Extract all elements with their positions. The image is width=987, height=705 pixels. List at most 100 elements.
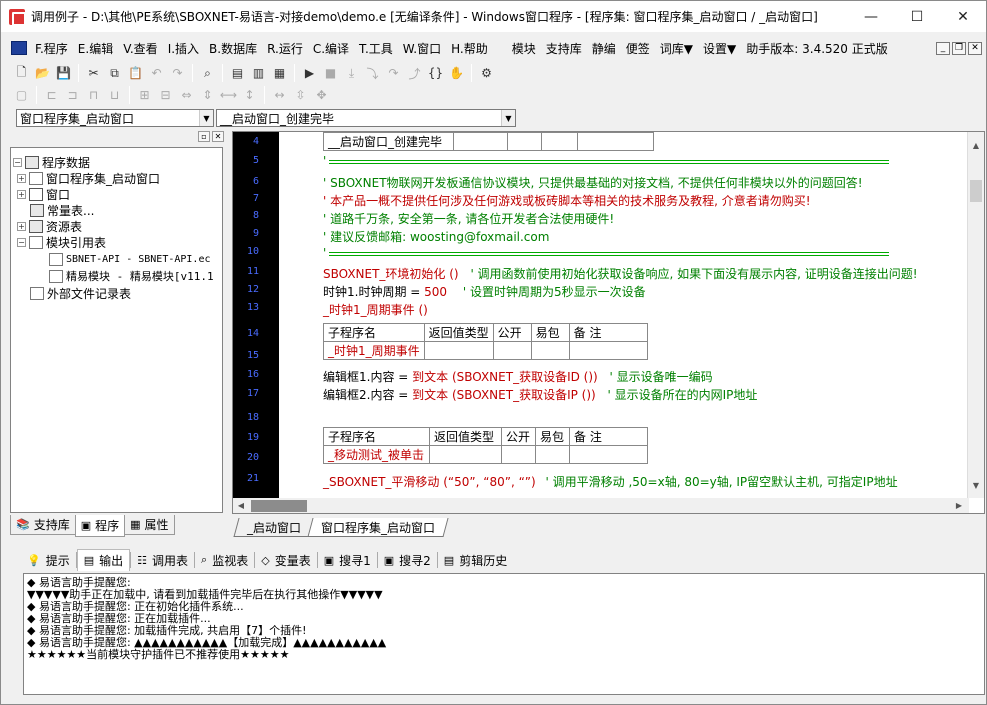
scroll-right-icon[interactable]: ▶ xyxy=(951,498,967,513)
code-line-move[interactable]: _SBOXNET_平滑移动 (“50”, “80”, “”) ' 调用平滑移动 … xyxy=(323,473,898,490)
menu-compile[interactable]: C.编译 xyxy=(309,40,353,57)
menu-window[interactable]: W.窗口 xyxy=(399,40,445,57)
subroutine-select[interactable]: __启动窗口_创建完毕 ▼ xyxy=(216,109,516,127)
tab-call-stack[interactable]: ☷ 调用表 xyxy=(131,549,194,571)
step-icon[interactable]: ⤓ xyxy=(341,63,362,83)
code-area[interactable]: __启动窗口_创建完毕 ' ' SBOXNET物联网开发板通信协议模块, 只提供… xyxy=(279,132,969,498)
menu-lexicon[interactable]: 词库▼ xyxy=(656,40,697,57)
code-comment[interactable]: ' xyxy=(323,154,326,168)
chevron-down-icon[interactable]: ▼ xyxy=(199,110,213,126)
step-over-icon[interactable]: ↷ xyxy=(383,63,404,83)
braces-icon[interactable]: {} xyxy=(425,63,446,83)
mdi-close-button[interactable]: ✕ xyxy=(968,41,982,55)
mdi-restore-button[interactable]: ❐ xyxy=(952,41,966,55)
align-middle-icon[interactable]: ⊔ xyxy=(104,85,125,105)
collapse-icon[interactable]: − xyxy=(17,237,26,247)
scroll-down-icon[interactable]: ▼ xyxy=(968,478,984,494)
menu-insert[interactable]: I.插入 xyxy=(164,40,203,57)
size-h-icon[interactable]: ↔ xyxy=(269,85,290,105)
scroll-up-icon[interactable]: ▲ xyxy=(968,138,984,154)
align-left-icon[interactable]: ⊏ xyxy=(41,85,62,105)
layout-1-icon[interactable]: ▤ xyxy=(227,63,248,83)
code-comment[interactable]: ' 建议反馈邮箱: woosting@foxmail.com xyxy=(323,228,549,245)
tree-item-external-files[interactable]: 外部文件记录表 xyxy=(30,285,131,301)
open-folder-icon[interactable]: 📂 xyxy=(32,63,53,83)
tree-item-constants[interactable]: 常量表... xyxy=(30,202,94,218)
undo-icon[interactable]: ↶ xyxy=(146,63,167,83)
menu-notes[interactable]: 便签 xyxy=(622,40,654,57)
code-comment[interactable]: ' 本产品一概不提供任何涉及任何游戏或板砖脚本等相关的技术服务及教程, 介意者请… xyxy=(323,192,811,209)
menu-doc-icon[interactable] xyxy=(11,41,27,55)
stop-icon[interactable]: ■ xyxy=(320,63,341,83)
align-top-icon[interactable]: ⊓ xyxy=(83,85,104,105)
horizontal-scrollbar[interactable]: ◀ ▶ xyxy=(233,498,969,513)
tab-clip-history[interactable]: ▤ 剪辑历史 xyxy=(438,549,513,571)
code-comment[interactable]: ' 道路千万条, 安全第一条, 请各位开发者合法使用硬件! xyxy=(323,210,614,227)
cut-icon[interactable]: ✂ xyxy=(83,63,104,83)
redo-icon[interactable]: ↷ xyxy=(167,63,188,83)
tab-search1[interactable]: ▣ 搜寻1 xyxy=(318,549,377,571)
close-button[interactable]: ✕ xyxy=(940,1,986,32)
menu-modules[interactable]: 模块 xyxy=(508,40,540,57)
expand-icon[interactable]: + xyxy=(17,221,26,231)
expand-icon[interactable]: + xyxy=(17,173,26,183)
tab-program[interactable]: ▣ 程序 xyxy=(74,515,126,537)
menu-static-compile[interactable]: 静编 xyxy=(588,40,620,57)
tab-start-window[interactable]: _启动窗口 xyxy=(233,518,315,537)
tree-item-assembly[interactable]: + 窗口程序集_启动窗口 xyxy=(17,170,160,186)
code-comment[interactable]: ' SBOXNET物联网开发板通信协议模块, 只提供最基础的对接文档, 不提供任… xyxy=(323,174,863,191)
menu-tools[interactable]: T.工具 xyxy=(355,40,397,57)
sub-name-cell[interactable]: __启动窗口_创建完毕 xyxy=(323,132,454,151)
tree-item-resources[interactable]: + 资源表 xyxy=(17,218,82,234)
save-icon[interactable]: 💾 xyxy=(53,63,74,83)
sub-name-cell[interactable]: _时钟1_周期事件 xyxy=(323,341,425,360)
same-width-icon[interactable]: ⇔ xyxy=(176,85,197,105)
space-v-icon[interactable]: ↕ xyxy=(239,85,260,105)
tab-output[interactable]: ▤ 输出 xyxy=(76,549,131,571)
code-line-init[interactable]: SBOXNET_环境初始化 () ' 调用函数前使用初始化获取设备响应, 如果下… xyxy=(323,265,918,282)
tab-properties[interactable]: ▦ 属性 xyxy=(124,515,175,535)
tree-item-window[interactable]: + 窗口 xyxy=(17,186,70,202)
expand-icon[interactable]: + xyxy=(17,189,26,199)
vertical-scrollbar[interactable]: ▲ ▼ xyxy=(967,132,984,498)
code-comment[interactable]: ' xyxy=(323,246,326,260)
step-out-icon[interactable]: ⤴ xyxy=(404,63,425,83)
size-v-icon[interactable]: ⇳ xyxy=(290,85,311,105)
scroll-thumb[interactable] xyxy=(970,180,982,202)
run-icon[interactable]: ▶ xyxy=(299,63,320,83)
layout-3-icon[interactable]: ▦ xyxy=(269,63,290,83)
hand-icon[interactable]: ✋ xyxy=(446,63,467,83)
tab-support-lib[interactable]: 📚 支持库 xyxy=(10,515,76,535)
tab-search2[interactable]: ▣ 搜寻2 xyxy=(378,549,437,571)
output-pane[interactable]: ◆ 易语言助手提醒您: ▼▼▼▼▼助手正在加载中, 请看到加载插件完毕后在执行其… xyxy=(23,573,985,695)
menu-help[interactable]: H.帮助 xyxy=(447,40,492,57)
code-line-timer-event[interactable]: _时钟1_周期事件 () xyxy=(323,301,428,318)
assistant-icon[interactable]: ⚙ xyxy=(476,63,497,83)
layout-2-icon[interactable]: ▥ xyxy=(248,63,269,83)
step-into-icon[interactable]: ⤵ xyxy=(362,63,383,83)
scroll-thumb[interactable] xyxy=(251,500,307,512)
tab-watch[interactable]: ⌕ 监视表 xyxy=(195,549,254,571)
tree-item-jingyi-module[interactable]: 精易模块 - 精易模块[v11.1 xyxy=(49,268,214,284)
assembly-select[interactable]: 窗口程序集_启动窗口 ▼ xyxy=(16,109,214,127)
center-h-icon[interactable]: ⊞ xyxy=(134,85,155,105)
find-icon[interactable]: ⌕ xyxy=(197,63,218,83)
code-line-edit1[interactable]: 编辑框1.内容 = 到文本 (SBOXNET_获取设备ID ()) ' 显示设备… xyxy=(323,368,713,385)
menu-run[interactable]: R.运行 xyxy=(263,40,307,57)
tab-variables[interactable]: ◇ 变量表 xyxy=(255,549,316,571)
tree-root[interactable]: − 程序数据 xyxy=(13,154,90,170)
space-h-icon[interactable]: ⟷ xyxy=(218,85,239,105)
collapse-icon[interactable]: − xyxy=(13,157,22,167)
copy-icon[interactable]: ⧉ xyxy=(104,63,125,83)
maximize-button[interactable]: ☐ xyxy=(894,1,940,32)
chevron-down-icon[interactable]: ▼ xyxy=(501,110,515,126)
sub-name-cell[interactable]: _移动测试_被单击 xyxy=(323,445,430,464)
menu-program[interactable]: F.程序 xyxy=(31,40,72,57)
code-editor[interactable]: 4 5 6 7 8 9 10 11 12 13 14 15 16 17 18 1… xyxy=(232,131,985,514)
menu-database[interactable]: B.数据库 xyxy=(205,40,261,57)
mdi-minimize-button[interactable]: _ xyxy=(936,41,950,55)
align-center-icon[interactable]: ⊐ xyxy=(62,85,83,105)
menu-settings[interactable]: 设置▼ xyxy=(699,40,740,57)
panel-close-icon[interactable]: ✕ xyxy=(212,131,224,142)
scroll-left-icon[interactable]: ◀ xyxy=(233,498,249,513)
